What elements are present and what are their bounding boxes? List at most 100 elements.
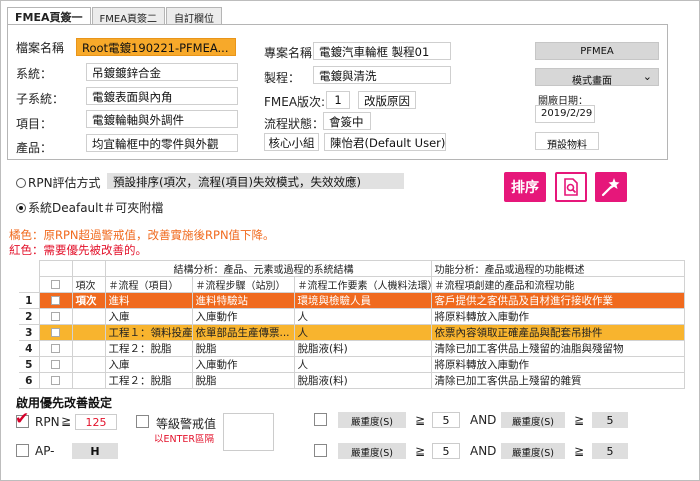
version-field[interactable]: 1 xyxy=(326,91,350,109)
table-row[interactable]: 4 工程２：脫脂 脫脂 脫脂液(料) 清除已加工客供品上殘留的油脂與殘留物 xyxy=(19,340,685,357)
severity-select-2[interactable]: 嚴重度(S) xyxy=(501,412,565,428)
row-function-cell[interactable]: 清除已加工客供品上殘留的雜質 xyxy=(430,372,685,389)
row-checkbox[interactable] xyxy=(51,296,60,305)
magic-wand-icon xyxy=(601,178,620,197)
process-field[interactable]: 電鍍與清洗 xyxy=(313,66,451,84)
pfmea-button[interactable]: PFMEA xyxy=(535,42,659,60)
row-element-cell[interactable]: 脫脂液(料) xyxy=(293,372,432,389)
change-reason-button[interactable]: 改版原因 xyxy=(358,91,416,109)
row-function-cell[interactable]: 將原料轉放入庫動作 xyxy=(430,308,685,325)
select-all-checkbox[interactable] xyxy=(51,279,60,289)
row-function-cell[interactable]: 清除已加工客供品上殘留的油脂與殘留物 xyxy=(430,340,685,357)
project-label: 專案名稱 xyxy=(264,46,313,60)
and-label-2: AND xyxy=(470,444,497,458)
project-field[interactable]: 電鍍汽車輪框 製程01 xyxy=(313,42,451,60)
severity-threshold-1[interactable]: 5 xyxy=(432,412,460,428)
row-function-cell[interactable]: 依票內容領取正確產品與配套吊掛件 xyxy=(430,324,685,341)
item-field[interactable]: 電鍍輪軸與外調件 xyxy=(86,110,238,128)
row-number: 1 xyxy=(19,292,40,309)
system-default-label: 系統Deafault＃可夾附檔 xyxy=(28,201,164,215)
row-step-cell[interactable]: 入庫動作 xyxy=(191,308,295,325)
search-document-icon xyxy=(564,178,578,196)
process-label: 製程： xyxy=(264,71,301,85)
mode-select[interactable]: 模式畫面 ⌄ xyxy=(535,68,659,87)
table-row[interactable]: 3 工程１：領料投產 依單部品生產傳票... 人 依票內容領取正確產品與配套吊掛… xyxy=(19,324,685,341)
row-checkbox[interactable] xyxy=(51,328,60,337)
sort-button[interactable]: 排序 xyxy=(504,172,546,202)
table-column-header-row: 項次 ＃流程（項目） ＃流程步驟（站別） ＃流程工作要素（人機料法環） ＃流程項… xyxy=(19,276,685,293)
table-row[interactable]: 1 項次 進料 進料特驗站 環境與檢驗人員 客戶提供之客供品及自材進行接收作業 xyxy=(19,292,685,309)
rpn-method-option[interactable]: RPN評估方式 xyxy=(16,174,101,191)
row-step-cell[interactable]: 脫脂 xyxy=(191,340,295,357)
table-row[interactable]: 6 工程２：脫脂 脫脂 脫脂液(料) 清除已加工客供品上殘留的雜質 xyxy=(19,372,685,389)
row-checkbox[interactable] xyxy=(51,360,60,369)
severity-select-1[interactable]: 嚴重度(S) xyxy=(338,412,406,428)
structure-analysis-header: 結構分析：產品、元素或過程的系統結構 xyxy=(104,260,432,277)
row-flow-cell[interactable]: 工程１：領料投產 xyxy=(104,324,193,341)
forecast-material-button[interactable]: 預設物料 xyxy=(535,132,599,151)
row-checkbox[interactable] xyxy=(51,312,60,321)
search-document-button[interactable] xyxy=(555,172,587,202)
severity-select-4[interactable]: 嚴重度(S) xyxy=(501,443,565,459)
ap-level-select[interactable]: H xyxy=(72,443,118,459)
product-field[interactable]: 均宜輪框中的零件與外觀 xyxy=(86,134,238,152)
row-step-cell[interactable]: 依單部品生產傳票... xyxy=(191,324,295,341)
ge-symbol-1: ≧ xyxy=(415,413,426,427)
row-flow-cell[interactable]: 工程２：脫脂 xyxy=(104,372,193,389)
system-default-option[interactable]: 系統Deafault＃可夾附檔 xyxy=(16,199,163,216)
severity-checkbox-2[interactable] xyxy=(314,444,327,457)
rpn-label: RPN xyxy=(35,415,60,429)
row-item-cell xyxy=(71,324,106,341)
rpn-threshold-input[interactable]: 125 xyxy=(75,414,117,430)
row-flow-cell[interactable]: 入庫 xyxy=(104,356,193,373)
row-flow-cell[interactable]: 進料 xyxy=(104,292,193,309)
row-element-cell[interactable]: 人 xyxy=(293,324,432,341)
severity-select-3[interactable]: 嚴重度(S) xyxy=(338,443,406,459)
level-alert-checkbox[interactable] xyxy=(136,415,149,428)
row-checkbox[interactable] xyxy=(51,376,60,385)
fmea-table: 結構分析：產品、元素或過程的系統結構 功能分析：產品或過程的功能概述 項次 ＃流… xyxy=(19,260,685,389)
header-panel: 檔案名稱 Root電鍍190221-PFMEA... 系統： 吊鍍鍍鋅合金 子系… xyxy=(7,24,668,160)
severity-checkbox-1[interactable] xyxy=(314,413,327,426)
row-flow-cell[interactable]: 工程２：脫脂 xyxy=(104,340,193,357)
row-step-cell[interactable]: 脫脂 xyxy=(191,372,295,389)
tab-custom-fields[interactable]: 自訂欄位 xyxy=(166,7,223,25)
severity-threshold-2[interactable]: 5 xyxy=(592,412,628,428)
row-flow-cell[interactable]: 入庫 xyxy=(104,308,193,325)
core-team-button[interactable]: 核心小組 xyxy=(264,133,319,151)
chevron-down-icon: ⌄ xyxy=(642,70,652,83)
system-field[interactable]: 吊鍍鍍鋅合金 xyxy=(86,63,238,81)
row-step-cell[interactable]: 進料特驗站 xyxy=(191,292,295,309)
tab-fmea-2[interactable]: FMEA頁簽二 xyxy=(91,7,166,25)
subsystem-field[interactable]: 電鍍表面與內角 xyxy=(86,87,238,105)
file-name-field[interactable]: Root電鍍190221-PFMEA... xyxy=(76,38,236,56)
function-analysis-header: 功能分析：產品或過程的功能概述 xyxy=(430,260,685,277)
row-element-cell[interactable]: 環境與檢驗人員 xyxy=(293,292,432,309)
rpn-method-radio[interactable] xyxy=(16,177,26,188)
note-red: 紅色：需要優先被改善的。 xyxy=(9,243,147,257)
magic-wand-button[interactable] xyxy=(595,172,627,202)
row-item-cell xyxy=(71,340,106,357)
fmea-window: FMEA頁簽一 FMEA頁簽二 自訂欄位 檔案名稱 Root電鍍190221-P… xyxy=(0,0,700,481)
row-function-cell[interactable]: 客戶提供之客供品及自材進行接收作業 xyxy=(430,292,685,309)
row-number: 3 xyxy=(19,324,40,341)
severity-threshold-4[interactable]: 5 xyxy=(592,443,628,459)
row-checkbox[interactable] xyxy=(51,344,60,353)
owner-field: 陳怡君(Default User) xyxy=(324,133,446,151)
table-row[interactable]: 5 入庫 入庫動作 人 將原料轉放入庫動作 xyxy=(19,356,685,373)
rpn-method-label: RPN評估方式 xyxy=(28,176,101,190)
row-step-cell[interactable]: 入庫動作 xyxy=(191,356,295,373)
row-item-cell: 項次 xyxy=(71,292,106,309)
table-row[interactable]: 2 入庫 入庫動作 人 將原料轉放入庫動作 xyxy=(19,308,685,325)
severity-threshold-3[interactable]: 5 xyxy=(432,443,460,459)
level-alert-textarea[interactable] xyxy=(223,413,274,451)
row-element-cell[interactable]: 人 xyxy=(293,356,432,373)
system-default-radio[interactable] xyxy=(16,202,26,213)
rpn-sort-method[interactable]: 預設排序(項次，流程(項目)失效模式，失效效應) xyxy=(107,173,404,189)
row-function-cell[interactable]: 將原料轉放入庫動作 xyxy=(430,356,685,373)
ap-enable-checkbox[interactable] xyxy=(16,444,29,457)
flow-status-field: 會簽中 xyxy=(323,112,371,130)
close-date-field[interactable]: 2019/2/29 xyxy=(535,105,595,123)
row-element-cell[interactable]: 脫脂液(料) xyxy=(293,340,432,357)
row-element-cell[interactable]: 人 xyxy=(293,308,432,325)
